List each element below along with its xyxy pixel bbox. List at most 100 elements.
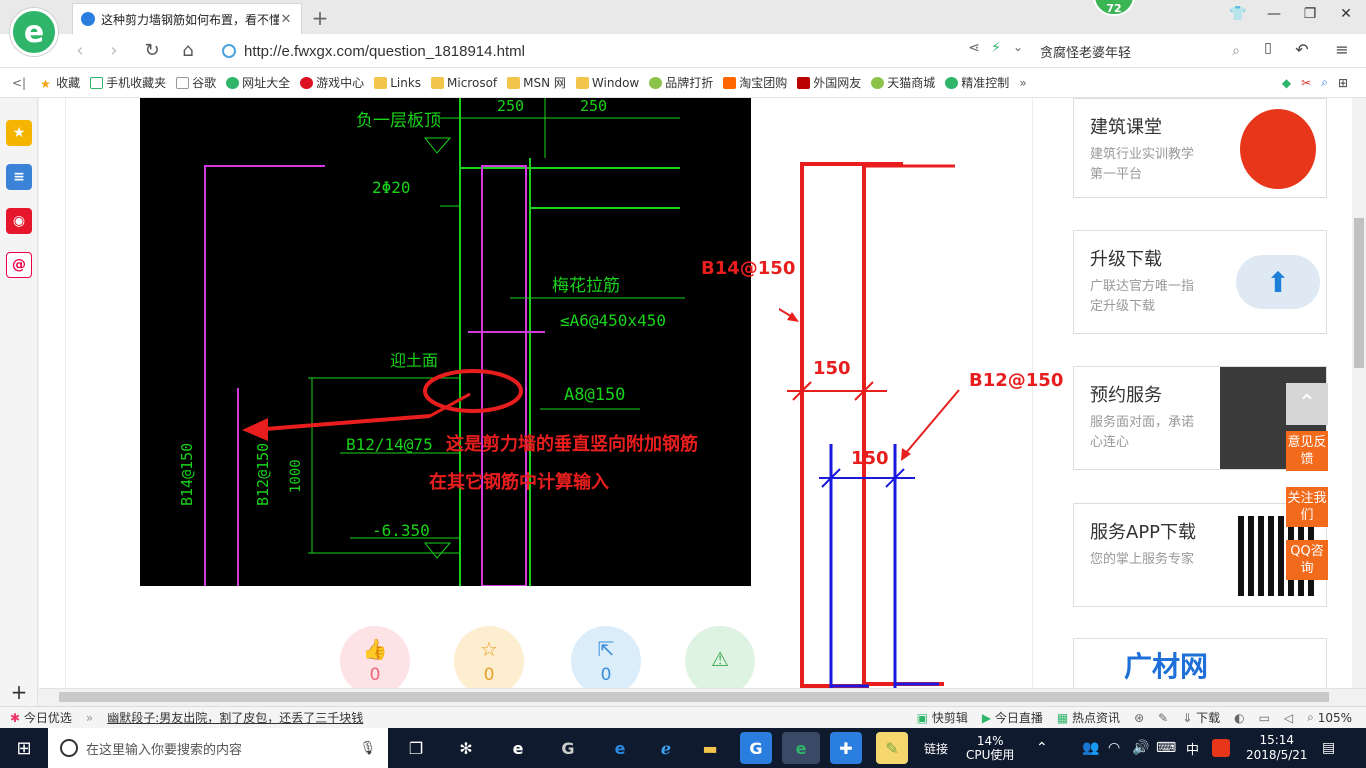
browser-logo-icon[interactable]: e bbox=[10, 8, 58, 56]
ie-icon[interactable]: ℯ bbox=[650, 732, 682, 764]
horizontal-scrollbar[interactable] bbox=[39, 688, 1366, 706]
bookmark-item[interactable]: 谷歌 bbox=[176, 74, 216, 91]
quick-cut-button[interactable]: ▣ 快剪辑 bbox=[917, 709, 968, 726]
edge-icon[interactable]: e bbox=[604, 732, 636, 764]
back-icon[interactable]: ‹ bbox=[68, 40, 92, 62]
tray-links[interactable]: 链接 bbox=[924, 728, 948, 768]
sidebar-add-icon[interactable]: + bbox=[0, 680, 38, 706]
wifi-icon[interactable]: ◠ bbox=[1108, 728, 1120, 768]
taskbar-search-input[interactable]: 在这里输入你要搜索的内容 🎙 bbox=[48, 728, 388, 768]
like-button[interactable]: 👍 0 bbox=[340, 626, 410, 688]
mail-icon[interactable]: @ bbox=[6, 252, 32, 278]
fan-app-icon[interactable]: ✻ bbox=[450, 732, 482, 764]
vertical-scrollbar[interactable] bbox=[1352, 98, 1366, 688]
bookmark-item[interactable]: Window bbox=[575, 76, 639, 90]
home-icon[interactable]: ⌂ bbox=[176, 40, 200, 62]
weibo-icon[interactable]: ◉ bbox=[6, 208, 32, 234]
microphone-icon[interactable]: 🎙 bbox=[359, 741, 376, 756]
bookmark-item[interactable]: 淘宝团购 bbox=[723, 74, 787, 91]
active-browser-icon[interactable]: e bbox=[782, 732, 820, 764]
scroll-thumb[interactable] bbox=[1354, 218, 1364, 368]
scroll-thumb[interactable] bbox=[59, 692, 1329, 702]
bookmark-item[interactable]: 精准控制 bbox=[945, 74, 1009, 91]
card-download[interactable]: 升级下载 广联达官方唯一指定升级下载 ⬆ bbox=[1073, 230, 1327, 334]
live-button[interactable]: ▶ 今日直播 bbox=[982, 709, 1043, 726]
tab-active[interactable]: 这种剪力墙钢筋如何布置，看不懂 ✕ bbox=[72, 3, 302, 34]
bookmark-item[interactable]: ★ 收藏 bbox=[40, 74, 80, 91]
today-picks[interactable]: ✱ 今日优选 bbox=[10, 709, 72, 726]
qq-consult-button[interactable]: QQ咨询 bbox=[1286, 540, 1328, 580]
wallet-icon[interactable]: ◆ bbox=[1282, 76, 1291, 90]
people-icon[interactable]: 👥 bbox=[1082, 728, 1099, 768]
share-button[interactable]: ⇱ 0 bbox=[571, 626, 641, 688]
screenshot-icon[interactable]: ✂ bbox=[1301, 76, 1311, 90]
glodon-app-icon[interactable]: G bbox=[552, 732, 584, 764]
g-app-icon[interactable]: G bbox=[740, 732, 772, 764]
follow-us-button[interactable]: 关注我们 bbox=[1286, 487, 1328, 527]
bookmark-item[interactable]: 外国网友 bbox=[797, 74, 861, 91]
pin-app-icon[interactable]: ✚ bbox=[830, 732, 862, 764]
skin-icon[interactable]: 👕 bbox=[1226, 6, 1250, 26]
tools-search-icon[interactable]: ⌕ bbox=[1321, 75, 1328, 90]
new-tab-icon[interactable]: + bbox=[310, 6, 330, 30]
more-bookmarks-icon[interactable]: » bbox=[1019, 76, 1026, 90]
browser-e-icon[interactable]: e bbox=[502, 732, 534, 764]
bookmark-item[interactable]: MSN 网 bbox=[507, 74, 566, 91]
zoom-control[interactable]: ⌕ 105% bbox=[1307, 710, 1352, 725]
card-gldjc[interactable]: 广材网 bbox=[1073, 638, 1327, 688]
hot-news-button[interactable]: ▦ 热点资讯 bbox=[1057, 709, 1120, 726]
menu-icon[interactable]: ≡ bbox=[1330, 40, 1354, 62]
minimize-icon[interactable]: — bbox=[1262, 6, 1286, 26]
back-to-top-icon[interactable]: ⌃ bbox=[1286, 383, 1328, 425]
speed-icon[interactable]: ⚡ bbox=[984, 40, 1008, 62]
score-badge[interactable]: 72 bbox=[1093, 0, 1135, 16]
download-button[interactable]: ⇓ 下载 bbox=[1182, 709, 1220, 726]
keyboard-icon[interactable]: ⌨ bbox=[1156, 728, 1176, 768]
file-explorer-icon[interactable]: ▬ bbox=[694, 732, 726, 764]
task-view-icon[interactable]: ❐ bbox=[400, 732, 432, 764]
forward-icon[interactable]: › bbox=[102, 40, 126, 62]
bookmarks-collapse-icon[interactable]: <| bbox=[12, 76, 26, 90]
accelerate-icon[interactable]: ⊛ bbox=[1134, 711, 1144, 725]
reload-icon[interactable]: ↻ bbox=[140, 40, 164, 62]
bookmark-item[interactable]: 手机收藏夹 bbox=[90, 74, 166, 91]
news-ticker-link[interactable]: 幽默段子:男友出院，割了皮包，还丢了三千块钱 bbox=[107, 709, 363, 726]
window-icon[interactable]: ▭ bbox=[1259, 711, 1270, 725]
apps-grid-icon[interactable]: ⊞ bbox=[1338, 76, 1348, 90]
close-window-icon[interactable]: ✕ bbox=[1334, 6, 1358, 26]
night-mode-icon[interactable]: ◐ bbox=[1234, 711, 1244, 725]
search-input[interactable]: 贪腐怪老婆年轻 ⌕ bbox=[1040, 39, 1240, 63]
volume-icon[interactable]: 🔊 bbox=[1132, 728, 1149, 768]
notification-icon[interactable]: ▤ bbox=[1322, 728, 1335, 768]
cpu-meter[interactable]: 14% CPU使用 bbox=[966, 728, 1014, 768]
undo-icon[interactable]: ↶ bbox=[1290, 40, 1314, 62]
restore-icon[interactable]: ❐ bbox=[1298, 6, 1322, 26]
bookmark-item[interactable]: Links bbox=[374, 76, 421, 90]
mute-icon[interactable]: ◁ bbox=[1284, 711, 1293, 725]
phone-icon[interactable]: ▯ bbox=[1256, 40, 1280, 62]
reading-list-icon[interactable]: ≡ bbox=[6, 164, 32, 190]
tray-expand-icon[interactable]: ⌃ bbox=[1036, 728, 1048, 768]
favorites-star-icon[interactable]: ★ bbox=[6, 120, 32, 146]
sogou-ime-icon[interactable] bbox=[1212, 728, 1230, 768]
tab-close-icon[interactable]: ✕ bbox=[279, 12, 293, 27]
clock[interactable]: 15:14 2018/5/21 bbox=[1246, 728, 1308, 768]
ime-indicator[interactable]: 中 bbox=[1186, 728, 1199, 768]
bookmark-item[interactable]: 网址大全 bbox=[226, 74, 290, 91]
bookmark-item[interactable]: 品牌打折 bbox=[649, 74, 713, 91]
bookmark-item[interactable]: 天猫商城 bbox=[871, 74, 935, 91]
report-button[interactable]: ⚠ bbox=[685, 626, 755, 688]
bookmark-item[interactable]: 游戏中心 bbox=[300, 74, 364, 91]
chevron-right-icon[interactable]: » bbox=[86, 711, 93, 725]
bookmark-item[interactable]: Microsof bbox=[431, 76, 497, 90]
search-icon[interactable]: ⌕ bbox=[1232, 43, 1240, 59]
chevron-down-icon[interactable]: ⌄ bbox=[1006, 40, 1030, 62]
favorite-button[interactable]: ☆ 0 bbox=[454, 626, 524, 688]
url-field[interactable]: http://e.fwxgx.com/question_1818914.html bbox=[222, 39, 1032, 63]
feedback-button[interactable]: 意见反馈 bbox=[1286, 431, 1328, 471]
card-course[interactable]: 建筑课堂 建筑行业实训教学第一平台 bbox=[1073, 98, 1327, 198]
windows-start-icon[interactable]: ⊞ bbox=[0, 728, 48, 768]
notes-app-icon[interactable]: ✎ bbox=[876, 732, 908, 764]
tools-icon[interactable]: ✎ bbox=[1158, 711, 1168, 725]
share-icon[interactable]: ⋖ bbox=[962, 40, 986, 62]
